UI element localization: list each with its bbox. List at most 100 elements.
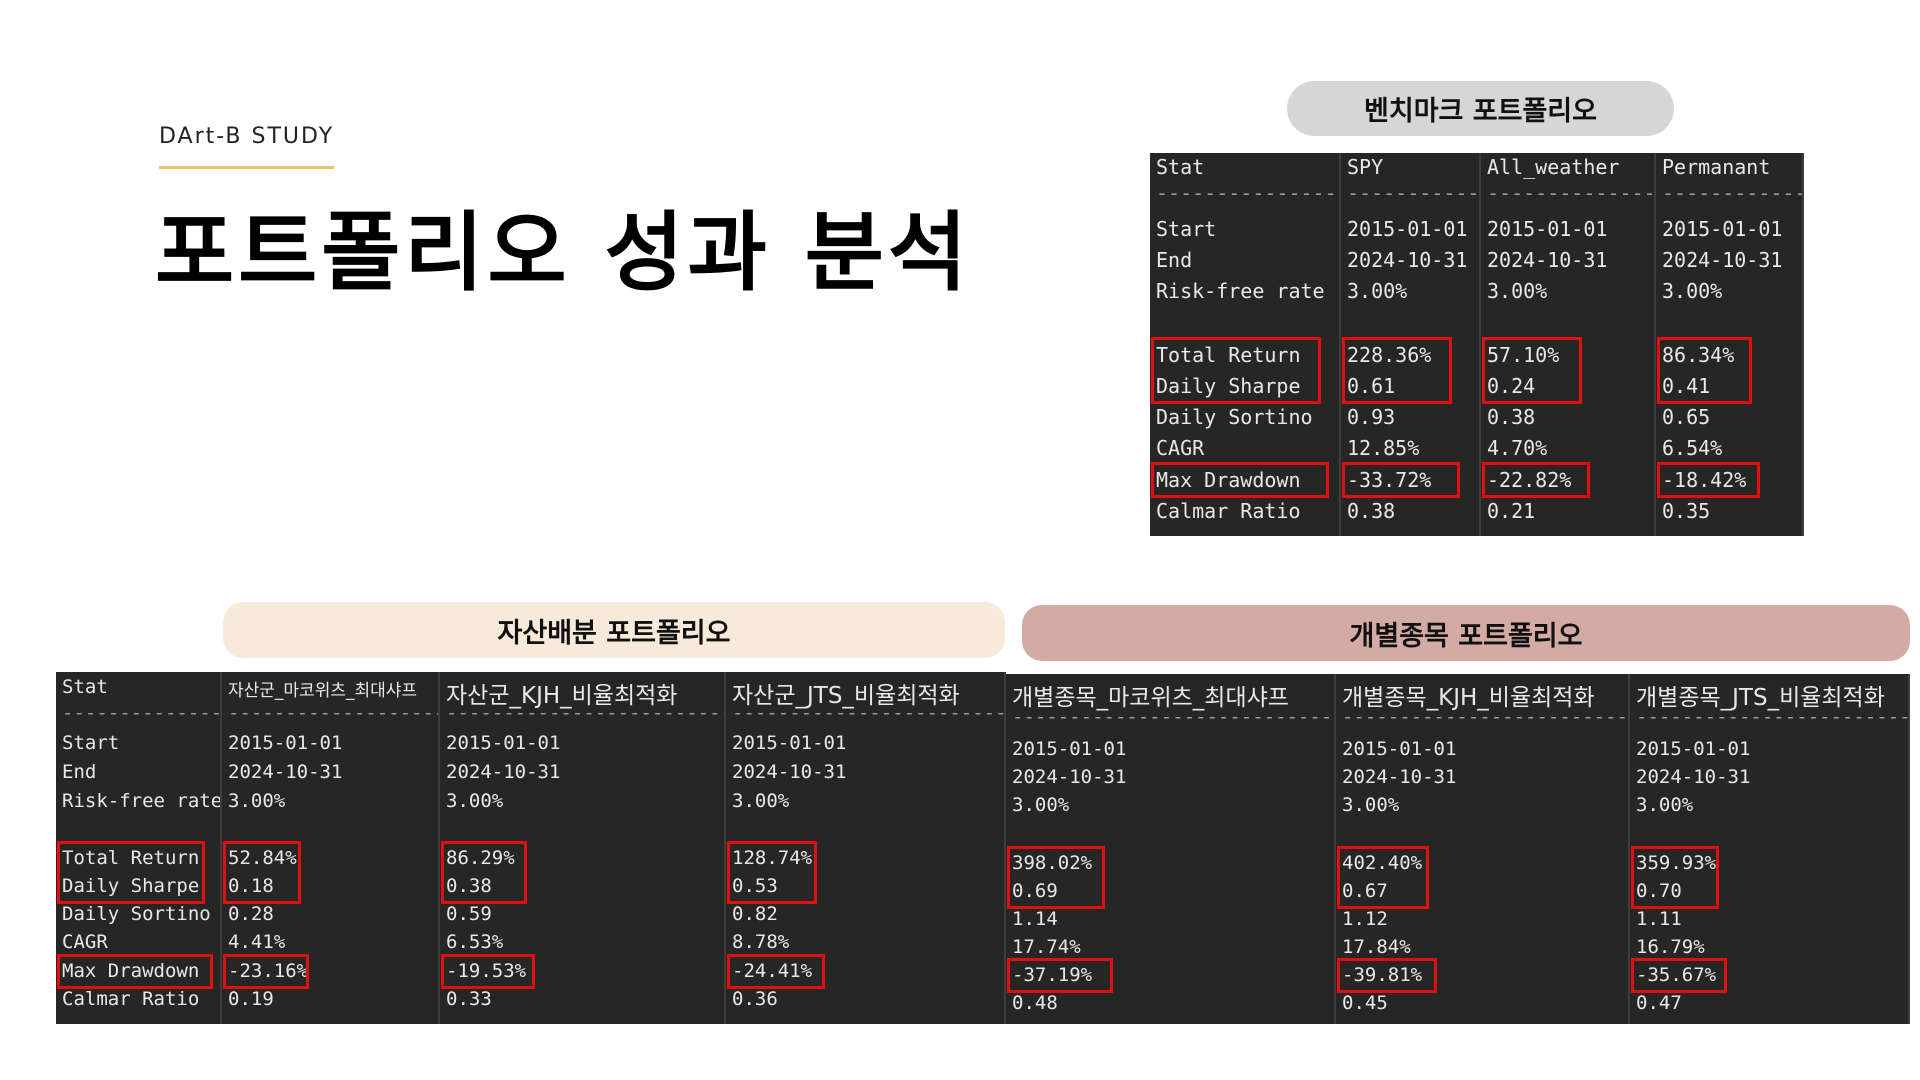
stat-label-start: Start — [62, 732, 120, 754]
stat-value: 2015-01-01 — [1347, 217, 1468, 241]
header-separator: ----------------------------------------… — [62, 702, 220, 724]
header-separator: ----------------------------------------… — [1342, 706, 1628, 728]
asset-allocation-panel-1: 자산군_마코위츠_최대샤프---------------------------… — [222, 672, 440, 1024]
stat-value: 0.65 — [1662, 405, 1711, 429]
highlight-box-return-sharpe — [1482, 337, 1582, 404]
stat-column-header: Stat — [1156, 155, 1205, 179]
stat-value: 0.48 — [1012, 992, 1058, 1014]
highlight-box-return-sharpe — [1151, 337, 1321, 404]
stat-value: 0.82 — [732, 903, 778, 925]
individual-panel-2: 개별종목_JTS_비율최적화--------------------------… — [1630, 674, 1910, 1024]
portfolio-column-header: 자산군_마코위츠_최대샤프 — [228, 681, 418, 701]
stat-label-end: End — [62, 761, 97, 783]
asset-allocation-section-pill: 자산배분 포트폴리오 — [223, 602, 1005, 658]
stat-label-risk-free-rate: Risk-free rate — [1156, 279, 1325, 303]
stat-value: 0.28 — [228, 903, 274, 925]
stat-value: 2024-10-31 — [1347, 248, 1468, 272]
asset-allocation-panel-2: 자산군_KJH_비율최적화---------------------------… — [440, 672, 726, 1024]
stat-value: 1.12 — [1342, 908, 1388, 930]
stat-label-daily-sortino: Daily Sortino — [1156, 405, 1313, 429]
portfolio-column-header: All_weather — [1487, 155, 1620, 179]
stat-value: 3.00% — [1012, 794, 1070, 816]
stat-value: 2024-10-31 — [1342, 766, 1457, 788]
highlight-box-max-drawdown — [1631, 958, 1727, 993]
stat-label-cagr: CAGR — [1156, 436, 1205, 460]
stat-value: 2015-01-01 — [228, 732, 343, 754]
stat-value: 3.00% — [732, 790, 790, 812]
highlight-box-max-drawdown — [441, 954, 535, 989]
header-separator: ----------------------------------------… — [1156, 181, 1339, 205]
stat-value: 12.85% — [1347, 436, 1420, 460]
stat-label-cagr: CAGR — [62, 931, 108, 953]
stat-value: 0.36 — [732, 988, 778, 1010]
stat-value: 3.00% — [1487, 279, 1548, 303]
stat-label-start: Start — [1156, 217, 1217, 241]
stat-value: 0.33 — [446, 988, 492, 1010]
stat-column-header: Stat — [62, 676, 108, 698]
highlight-box-max-drawdown — [1337, 958, 1437, 993]
individual-panel-0: 개별종목_마코위츠_최대샤프 --------------------------… — [1006, 674, 1336, 1024]
highlight-box-max-drawdown — [1151, 462, 1329, 498]
stat-value: 3.00% — [1342, 794, 1400, 816]
stat-value: 0.47 — [1636, 992, 1682, 1014]
stat-value: 0.19 — [228, 988, 274, 1010]
highlight-box-return-sharpe — [441, 841, 527, 904]
stat-value: 1.11 — [1636, 908, 1682, 930]
portfolio-column-header: Permanant — [1662, 155, 1771, 179]
benchmark-section-pill: 벤치마크 포트폴리오 — [1287, 81, 1674, 136]
stat-value: 2015-01-01 — [732, 732, 847, 754]
highlight-box-return-sharpe — [1007, 846, 1105, 909]
highlight-box-max-drawdown — [1657, 462, 1760, 498]
stat-label-calmar-ratio: Calmar Ratio — [62, 988, 200, 1010]
stat-label-end: End — [1156, 248, 1193, 272]
stat-label-daily-sortino: Daily Sortino — [62, 903, 211, 925]
page-title: 포트폴리오 성과 분석 — [155, 203, 971, 303]
stat-label-risk-free-rate: Risk-free rate — [62, 790, 222, 812]
stat-label-calmar-ratio: Calmar Ratio — [1156, 499, 1301, 523]
asset-allocation-panel-0: Stat ------------------------------------… — [56, 672, 222, 1024]
stat-value: 3.00% — [228, 790, 286, 812]
stat-value: 2024-10-31 — [228, 761, 343, 783]
kicker-label: DArt-B STUDY — [159, 124, 335, 149]
header-separator: ----------------------------------------… — [732, 702, 1004, 724]
stat-value: 2015-01-01 — [1487, 217, 1608, 241]
header-separator: ----------------------------------------… — [228, 702, 438, 724]
stat-value: 0.35 — [1662, 499, 1711, 523]
stat-value: 17.84% — [1342, 936, 1411, 958]
asset-allocation-panel-3: 자산군_JTS_비율최적화---------------------------… — [726, 672, 1006, 1024]
highlight-box-max-drawdown — [1342, 462, 1460, 498]
stat-value: 4.41% — [228, 931, 286, 953]
individual-panel-1: 개별종목_KJH_비율최적화--------------------------… — [1336, 674, 1630, 1024]
stat-value: 2015-01-01 — [1012, 738, 1127, 760]
highlight-box-return-sharpe — [1342, 337, 1452, 404]
benchmark-panel-1: SPY-------------------------------------… — [1341, 153, 1481, 536]
stat-value: 2015-01-01 — [1342, 738, 1457, 760]
highlight-box-return-sharpe — [1631, 846, 1719, 909]
header-separator: ----------------------------------------… — [1347, 181, 1479, 205]
header-separator: ----------------------------------------… — [446, 702, 724, 724]
highlight-box-max-drawdown — [57, 954, 213, 989]
benchmark-panel-0: Stat------------------------------------… — [1150, 153, 1341, 536]
stat-value: 1.14 — [1012, 908, 1058, 930]
header-separator: ----------------------------------------… — [1487, 181, 1654, 205]
stat-value: 2024-10-31 — [1012, 766, 1127, 788]
stat-value: 3.00% — [1662, 279, 1723, 303]
stat-value: 6.53% — [446, 931, 504, 953]
stat-value: 2024-10-31 — [1636, 766, 1751, 788]
stat-value: 2024-10-31 — [446, 761, 561, 783]
individual-stock-section-pill: 개별종목 포트폴리오 — [1022, 605, 1910, 661]
highlight-box-return-sharpe — [727, 841, 817, 904]
stat-value: 2015-01-01 — [1636, 738, 1751, 760]
stat-value: 0.38 — [1347, 499, 1396, 523]
portfolio-column-header: SPY — [1347, 155, 1384, 179]
stat-value: 0.45 — [1342, 992, 1388, 1014]
stat-value: 3.00% — [1636, 794, 1694, 816]
highlight-box-return-sharpe — [57, 841, 205, 904]
stat-value: 3.00% — [1347, 279, 1408, 303]
header-separator: ----------------------------------------… — [1012, 706, 1334, 728]
stat-value: 8.78% — [732, 931, 790, 953]
header-separator: ----------------------------------------… — [1636, 706, 1908, 728]
stat-value: 0.93 — [1347, 405, 1396, 429]
stat-value: 6.54% — [1662, 436, 1723, 460]
benchmark-panel-3: Permanant-------------------------------… — [1656, 153, 1804, 536]
